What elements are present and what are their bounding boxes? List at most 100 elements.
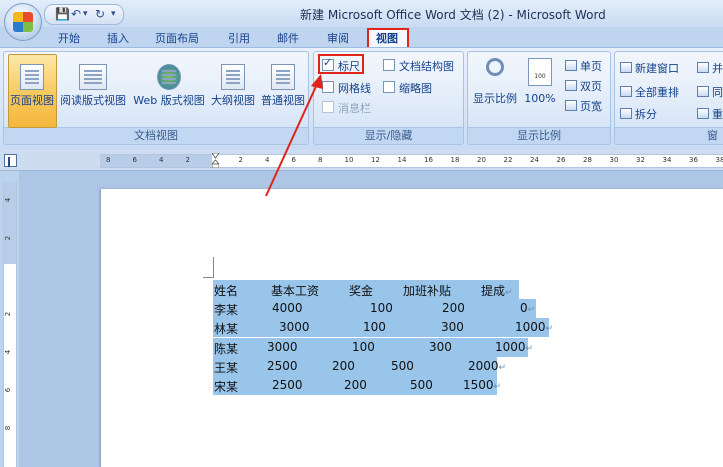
page-view-button-content[interactable]: 页面视图 <box>6 60 58 115</box>
ruler-tick-label: 14 <box>397 156 407 164</box>
ruler-check-icon <box>322 56 334 71</box>
vertical-ruler-tick-label: 2 <box>4 311 13 317</box>
undo-icon[interactable]: ↶ <box>71 7 81 21</box>
table-header-cell: 加班补贴 <box>403 284 452 298</box>
tab-references[interactable]: 引用 <box>228 30 250 46</box>
tab-page-layout[interactable]: 页面布局 <box>155 30 199 46</box>
one-page-button[interactable]: 单页 <box>565 58 602 74</box>
zoom-button[interactable]: 显示比例 <box>470 56 520 111</box>
two-pages-label: 双页 <box>580 80 602 93</box>
table-cell: 100 <box>363 320 386 334</box>
ruler-tick-label: 28 <box>583 156 592 164</box>
page-width-icon <box>565 100 577 111</box>
ruler-tick-label: 8 <box>318 156 323 164</box>
web-layout-label: Web 版式视图 <box>133 94 205 107</box>
reset-window-button[interactable]: 重 <box>697 106 723 122</box>
tab-stop-selector-icon[interactable] <box>4 154 17 167</box>
ruler-tick-label: 12 <box>371 156 380 164</box>
thumbnails-label: 缩略图 <box>399 82 432 95</box>
qat-customize-dropdown[interactable]: ▾ <box>111 7 116 21</box>
ruler-tick-label: 30 <box>609 156 619 164</box>
vertical-ruler-tick-label: 2 <box>4 235 13 241</box>
page-view-label: 页面视图 <box>10 94 54 107</box>
table-cell: 3000 <box>279 320 310 334</box>
two-pages-button[interactable]: 双页 <box>565 78 602 94</box>
ruler-tick-label: 36 <box>689 156 698 164</box>
one-page-icon <box>565 60 577 71</box>
reading-layout-button[interactable]: 阅读版式视图 <box>58 60 128 115</box>
table-cell: 林某 <box>214 322 239 336</box>
ruler-tick-label: 2 <box>238 156 243 164</box>
sync-scroll-button[interactable]: 同 <box>697 84 723 100</box>
tab-mailings[interactable]: 邮件 <box>277 30 299 46</box>
draft-button[interactable]: 普通视图 <box>258 60 308 115</box>
page-width-button[interactable]: 页宽 <box>565 98 602 114</box>
tab-insert[interactable]: 插入 <box>107 30 129 46</box>
vertical-ruler-tick-label: 6 <box>4 387 13 393</box>
ruler-tick-label: 10 <box>344 156 354 164</box>
sync-scroll-label: 同 <box>712 86 723 99</box>
vertical-ruler[interactable]: 4 2 2 4 6 8 <box>3 182 17 467</box>
table-cell: 王某 <box>214 361 239 375</box>
gridlines-checkbox[interactable]: 网格线 <box>322 80 371 96</box>
doc-map-box-icon <box>383 59 395 71</box>
zoom-100-button[interactable]: 100 100% <box>522 56 558 111</box>
web-layout-button[interactable]: Web 版式视图 <box>130 60 208 115</box>
doc-map-label: 文档结构图 <box>399 60 454 73</box>
text-boundary-corner <box>203 257 214 278</box>
thumbnails-checkbox[interactable]: 缩略图 <box>383 80 432 96</box>
split-button[interactable]: 拆分 <box>620 106 657 122</box>
table-cell: 2000↵ <box>468 359 507 373</box>
reset-window-icon <box>697 108 709 119</box>
save-icon[interactable]: 💾 <box>55 7 70 21</box>
group-label-zoom: 显示比例 <box>468 127 610 144</box>
tab-home[interactable]: 开始 <box>58 30 80 46</box>
page-view-icon <box>20 64 44 90</box>
table-header-cell: 奖金 <box>349 284 374 298</box>
reading-layout-label: 阅读版式视图 <box>60 94 126 107</box>
redo-icon[interactable]: ↻ <box>95 7 105 21</box>
message-bar-label: 消息栏 <box>338 102 371 115</box>
side-by-side-label: 并 <box>712 62 723 75</box>
table-cell: 2500 <box>267 359 298 373</box>
page-width-label: 页宽 <box>580 100 602 113</box>
ruler-tick-label: 2 <box>185 156 190 164</box>
office-button[interactable] <box>4 3 42 41</box>
ruler-label: 标尺 <box>338 60 360 73</box>
web-globe-icon <box>157 64 181 90</box>
vertical-ruler-margin <box>4 182 16 264</box>
view-side-by-side-button[interactable]: 并 <box>697 60 723 76</box>
outline-button[interactable]: 大纲视图 <box>208 60 258 115</box>
ruler-tick-label: 18 <box>450 156 460 164</box>
thumbnails-box-icon <box>383 81 395 93</box>
table-cell: 3000 <box>267 340 298 354</box>
message-bar-box-icon <box>322 101 334 113</box>
new-window-button[interactable]: 新建窗口 <box>620 60 679 76</box>
horizontal-ruler[interactable]: 8 6 4 2 2 4 6 8 10 12 14 16 18 20 22 24 26 28 30 32 34 36 38 <box>100 153 723 168</box>
ruler-tick-label: 6 <box>132 156 137 164</box>
ruler-tick-label: 22 <box>503 156 513 164</box>
table-cell: 500 <box>410 378 433 392</box>
table-cell: 宋某 <box>214 380 239 394</box>
indent-marker-icon[interactable] <box>212 153 219 168</box>
undo-dropdown[interactable]: ▾ <box>83 7 88 21</box>
paragraph-mark-icon: ↵ <box>505 288 513 298</box>
table-header-cell: 提成↵ <box>481 284 513 298</box>
vertical-ruler-tick-label: 8 <box>4 425 13 431</box>
table-cell: 200 <box>332 359 355 373</box>
tab-review[interactable]: 审阅 <box>327 30 349 46</box>
doc-map-checkbox[interactable]: 文档结构图 <box>383 58 454 74</box>
zoom-100-label: 100% <box>524 92 556 105</box>
table-cell: 200 <box>442 301 465 315</box>
window-title: 新建 Microsoft Office Word 文档 (2) - Micros… <box>300 8 606 22</box>
tab-view[interactable]: 视图 <box>376 30 398 46</box>
new-window-label: 新建窗口 <box>635 62 679 75</box>
ruler-tick-label: 26 <box>556 156 566 164</box>
ruler-checkbox[interactable]: 标尺 <box>322 56 360 74</box>
table-cell: 2500 <box>272 378 303 392</box>
paragraph-mark-icon: ↵ <box>545 324 554 334</box>
split-icon <box>620 108 632 119</box>
arrange-all-icon <box>620 86 632 97</box>
draft-label: 普通视图 <box>261 94 305 107</box>
arrange-all-button[interactable]: 全部重排 <box>620 84 679 100</box>
